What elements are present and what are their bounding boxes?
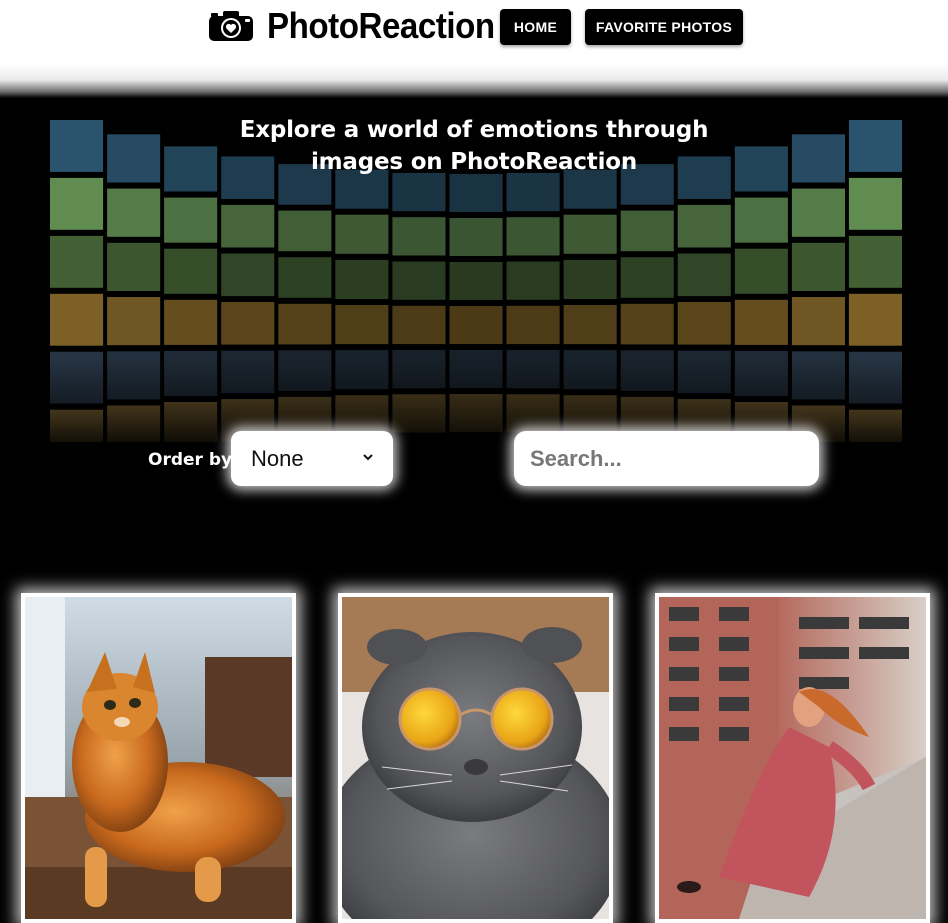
brand-title: PhotoReaction — [267, 5, 495, 46]
site-header: PhotoReaction HOME FAVORITE PHOTOS — [0, 0, 948, 98]
brand[interactable]: PhotoReaction — [207, 5, 515, 46]
hero-title-line-2: images on PhotoReaction — [310, 149, 638, 175]
order-by-select[interactable]: None — [231, 431, 393, 486]
search-input[interactable] — [514, 431, 819, 486]
cat-sunglasses-photo — [342, 597, 609, 919]
hero-section: Explore a world of emotions through imag… — [0, 98, 948, 558]
hero-title: Explore a world of emotions through imag… — [0, 114, 948, 178]
chevron-down-icon — [363, 454, 373, 461]
nav-favorite-photos-button[interactable]: FAVORITE PHOTOS — [585, 9, 743, 45]
camera-heart-icon — [209, 11, 253, 41]
order-by-value: None — [251, 445, 304, 471]
hero-title-line-1: Explore a world of emotions through — [239, 117, 709, 143]
photo-card[interactable] — [338, 593, 613, 923]
order-by-label: Order by — [148, 450, 233, 470]
photo-card[interactable] — [655, 593, 930, 923]
nav-home-button[interactable]: HOME — [500, 9, 571, 45]
woman-photo — [659, 597, 926, 919]
cat-photo — [25, 597, 292, 919]
photo-card[interactable] — [21, 593, 296, 923]
